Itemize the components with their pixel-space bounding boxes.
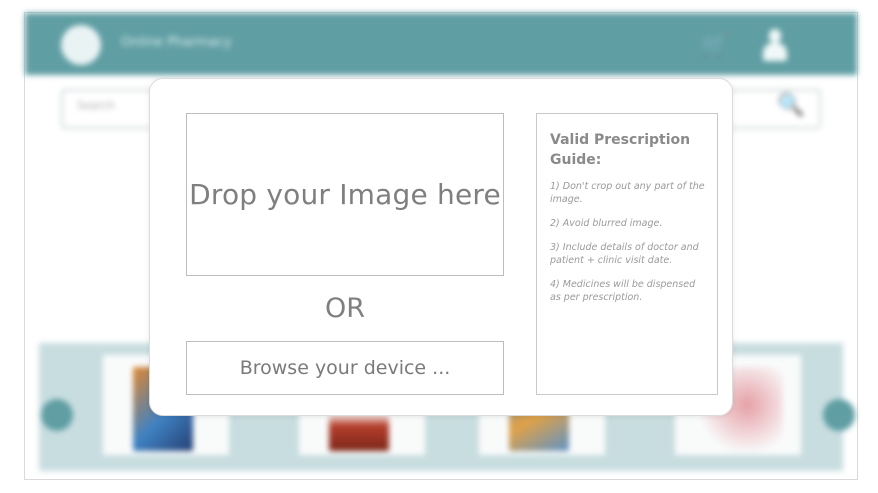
- guide-item: 4) Medicines will be dispensed as per pr…: [550, 279, 696, 303]
- dropzone-label: Drop your Image here: [189, 178, 501, 211]
- guide-item: 3) Include details of doctor and patient…: [550, 242, 699, 266]
- guide-item: 1) Don't crop out any part of the image.: [550, 181, 705, 205]
- cart-icon[interactable]: 🛒: [701, 33, 728, 58]
- prescription-guide-panel: Valid Prescription Guide: 1) Don't crop …: [536, 113, 718, 395]
- app-title: Online Pharmacy: [121, 35, 232, 50]
- image-dropzone[interactable]: Drop your Image here: [186, 113, 504, 276]
- guide-item: 2) Avoid blurred image.: [550, 218, 663, 229]
- guide-title: Valid Prescription Guide:: [550, 132, 691, 168]
- chevron-right-icon[interactable]: [823, 399, 855, 431]
- search-placeholder: Search: [77, 99, 115, 112]
- or-separator: OR: [324, 293, 365, 324]
- logo[interactable]: [61, 25, 101, 65]
- browse-device-button[interactable]: Browse your device ...: [186, 341, 504, 395]
- user-icon-body: [763, 43, 787, 61]
- search-icon[interactable]: 🔍: [777, 93, 804, 118]
- user-icon[interactable]: [761, 29, 789, 63]
- chevron-left-icon[interactable]: [41, 399, 73, 431]
- upload-prescription-modal: Drop your Image here OR Browse your devi…: [149, 78, 733, 416]
- top-navigation-bar: Online Pharmacy 🛒: [25, 13, 857, 75]
- user-icon-head: [769, 29, 781, 43]
